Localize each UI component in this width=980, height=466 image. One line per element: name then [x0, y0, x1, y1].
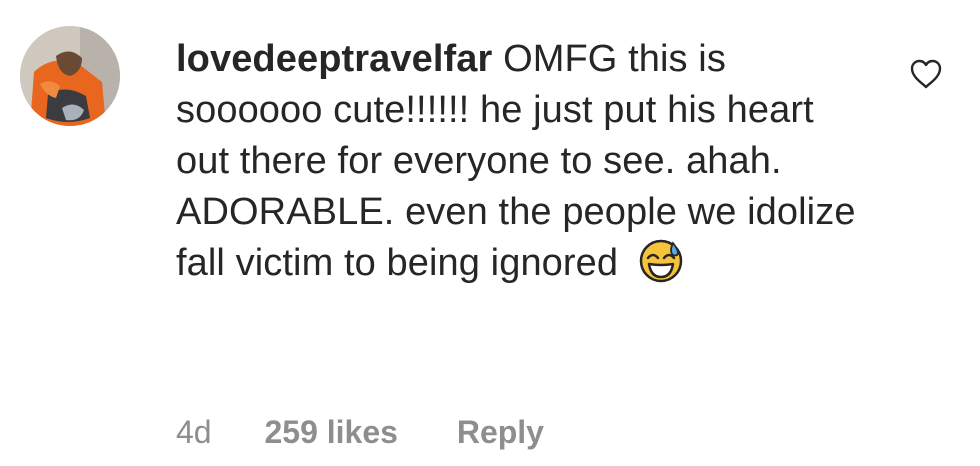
grinning-face-with-sweat-icon [639, 239, 683, 283]
comment-meta: 4d 259 likes Reply [176, 408, 544, 456]
heart-outline-icon[interactable] [908, 56, 944, 92]
comment: lovedeeptravelfar OMFG this is soooooo c… [0, 0, 980, 466]
comment-timestamp[interactable]: 4d [176, 408, 212, 456]
comment-body: lovedeeptravelfar OMFG this is soooooo c… [176, 34, 876, 289]
avatar-image [20, 26, 120, 126]
avatar[interactable] [20, 26, 120, 126]
comment-username[interactable]: lovedeeptravelfar [176, 38, 492, 80]
reply-button[interactable]: Reply [457, 408, 544, 456]
comment-likes[interactable]: 259 likes [264, 408, 397, 456]
